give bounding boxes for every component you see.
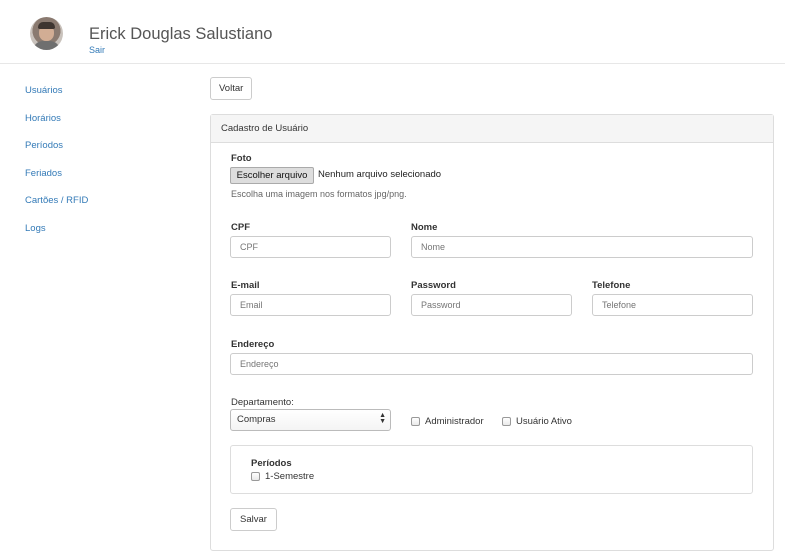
sidebar-item-periodos[interactable]: Períodos	[25, 140, 175, 168]
usuario-ativo-checkbox[interactable]	[502, 417, 511, 426]
telefone-label: Telefone	[592, 280, 631, 291]
endereco-input[interactable]	[230, 353, 753, 375]
password-input[interactable]	[411, 294, 572, 316]
photo-label: Foto	[231, 153, 252, 164]
sidebar-item-logs[interactable]: Logs	[25, 223, 175, 251]
periodos-title: Períodos	[251, 458, 292, 469]
email-input[interactable]	[230, 294, 391, 316]
endereco-label: Endereço	[231, 339, 275, 350]
sidebar-item-cartoes-rfid[interactable]: Cartões / RFID	[25, 195, 175, 223]
file-status-text: Nenhum arquivo selecionado	[318, 169, 442, 180]
email-label: E-mail	[231, 280, 260, 291]
departamento-label: Departamento:	[231, 397, 294, 408]
sidebar-item-feriados[interactable]: Feriados	[25, 168, 175, 196]
app-header: Erick Douglas Salustiano Sair	[0, 0, 785, 64]
usuario-ativo-label: Usuário Ativo	[516, 416, 572, 427]
telefone-input[interactable]	[592, 294, 753, 316]
cpf-input[interactable]	[230, 236, 391, 258]
photo-help-text: Escolha uma imagem nos formatos jpg/png.	[231, 189, 407, 199]
password-label: Password	[411, 280, 456, 291]
nome-input[interactable]	[411, 236, 753, 258]
departamento-select[interactable]: Compras ▲ ▼	[230, 409, 391, 431]
cpf-label: CPF	[231, 222, 250, 233]
sidebar-item-usuarios[interactable]: Usuários	[25, 85, 175, 113]
logout-link[interactable]: Sair	[89, 45, 105, 55]
save-button[interactable]: Salvar	[230, 508, 277, 531]
choose-file-button[interactable]: Escolher arquivo	[230, 167, 314, 184]
periodo-checkbox[interactable]	[251, 472, 260, 481]
back-button[interactable]: Voltar	[210, 77, 253, 100]
administrador-checkbox[interactable]	[411, 417, 420, 426]
panel-title: Cadastro de Usuário	[211, 115, 773, 143]
sidebar-nav: Usuários Horários Períodos Feriados Cart…	[25, 85, 175, 251]
user-name: Erick Douglas Salustiano	[89, 25, 273, 43]
departamento-selected-value: Compras	[237, 414, 276, 425]
periodo-label: 1-Semestre	[265, 471, 315, 482]
sidebar-item-horarios[interactable]: Horários	[25, 113, 175, 141]
select-arrows-icon: ▲ ▼	[379, 412, 386, 425]
administrador-label: Administrador	[425, 416, 484, 427]
nome-label: Nome	[411, 222, 438, 233]
avatar-body-shape	[33, 41, 60, 50]
periodos-box	[230, 445, 753, 494]
avatar-hair-shape	[38, 22, 55, 29]
avatar	[30, 17, 63, 50]
